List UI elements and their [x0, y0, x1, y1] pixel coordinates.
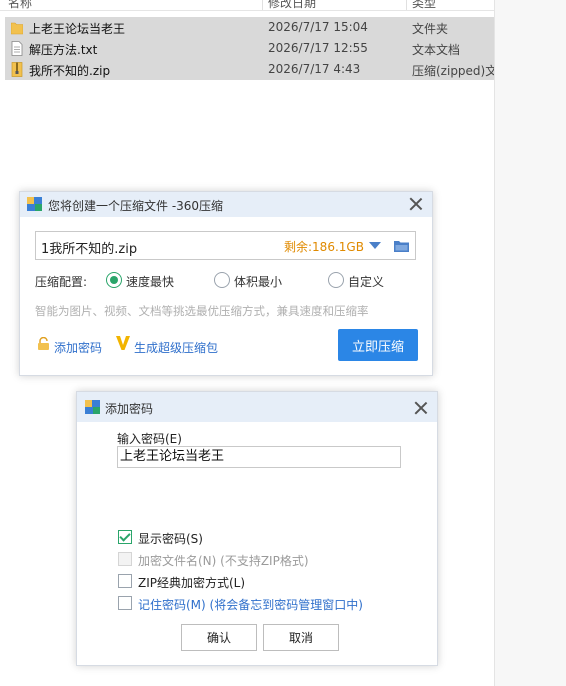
zip-classic-encryption-checkbox[interactable] [118, 574, 132, 588]
output-path[interactable]: 1我所不知的.zip [41, 238, 137, 257]
file-type: 压缩(zipped)文 [412, 64, 494, 78]
file-name: 解压方法.txt [29, 43, 98, 57]
compress-now-button[interactable]: 立即压缩 [338, 329, 418, 361]
remember-password-checkbox[interactable] [118, 596, 132, 610]
file-name: 我所不知的.zip [29, 64, 111, 78]
folder-icon [11, 22, 23, 35]
zip-file-icon [11, 62, 23, 77]
text-file-icon [11, 41, 23, 56]
radio-custom[interactable] [328, 272, 344, 288]
password-dialog: 添加密码 输入密码(E) 上老王论坛当老王 显示密码(S) 加密文件名(N) (… [76, 391, 438, 666]
radio-smallest[interactable] [214, 272, 230, 288]
show-password-checkbox[interactable] [118, 530, 132, 544]
close-icon[interactable] [414, 401, 428, 415]
free-space: 剩余:186.1GB [284, 240, 364, 254]
close-icon[interactable] [409, 197, 423, 211]
file-date: 2026/7/17 4:43 [268, 62, 361, 76]
chevron-down-icon[interactable] [369, 242, 381, 249]
browse-folder-icon[interactable] [394, 239, 409, 252]
compress-hint: 智能为图片、视频、文档等挑选最优压缩方式，兼具速度和压缩率 [35, 304, 369, 318]
dialog-titlebar: 您将创建一个压缩文件 -360压缩 [20, 192, 432, 217]
dialog-title: 添加密码 [105, 402, 154, 416]
radio-smallest-label[interactable]: 体积最小 [234, 273, 282, 290]
zip-classic-encryption-label[interactable]: ZIP经典加密方式(L) [138, 574, 245, 591]
remember-password-label[interactable]: 记住密码(M) (将会备忘到密码管理窗口中) [138, 596, 363, 613]
cancel-button[interactable]: 取消 [263, 624, 339, 651]
file-date: 2026/7/17 12:55 [268, 41, 368, 55]
show-password-label[interactable]: 显示密码(S) [138, 530, 203, 547]
dialog-titlebar: 添加密码 [77, 392, 437, 422]
ok-button[interactable]: 确认 [181, 624, 257, 651]
file-row-folder[interactable]: 上老王论坛当老王 2026/7/17 15:04 文件夹 [5, 17, 494, 38]
password-label: 输入密码(E) [117, 432, 182, 446]
file-date: 2026/7/17 15:04 [268, 20, 368, 34]
password-input[interactable]: 上老王论坛当老王 [117, 446, 401, 468]
dialog-title: 您将创建一个压缩文件 -360压缩 [48, 199, 224, 213]
column-type[interactable]: 类型 [412, 0, 436, 10]
add-password-link[interactable]: 添加密码 [54, 339, 102, 356]
radio-fastest[interactable] [106, 272, 122, 288]
radio-custom-label[interactable]: 自定义 [348, 273, 384, 290]
360zip-logo-icon [85, 400, 100, 414]
encrypt-filenames-checkbox [118, 552, 132, 566]
super-pack-v-icon [116, 336, 130, 350]
output-path-field[interactable]: 1我所不知的.zip 剩余:186.1GB [35, 231, 416, 260]
column-name[interactable]: 名称 [8, 0, 32, 10]
file-row-txt[interactable]: 解压方法.txt 2026/7/17 12:55 文本文档 [5, 38, 494, 59]
radio-fastest-label[interactable]: 速度最快 [126, 273, 174, 290]
column-header: 名称 修改日期 类型 [0, 0, 494, 11]
file-type: 文件夹 [412, 22, 449, 36]
file-name: 上老王论坛当老王 [29, 22, 126, 36]
lock-icon [38, 337, 49, 350]
encrypt-filenames-label: 加密文件名(N) (不支持ZIP格式) [138, 554, 309, 568]
file-type: 文本文档 [412, 43, 461, 57]
config-label: 压缩配置: [35, 275, 88, 289]
column-date[interactable]: 修改日期 [268, 0, 316, 10]
preview-pane [494, 0, 566, 686]
super-pack-link[interactable]: 生成超级压缩包 [134, 339, 218, 356]
file-row-zip[interactable]: 我所不知的.zip 2026/7/17 4:43 压缩(zipped)文 [5, 59, 494, 80]
compress-dialog: 您将创建一个压缩文件 -360压缩 1我所不知的.zip 剩余:186.1GB … [19, 191, 433, 376]
360zip-logo-icon [27, 197, 42, 211]
